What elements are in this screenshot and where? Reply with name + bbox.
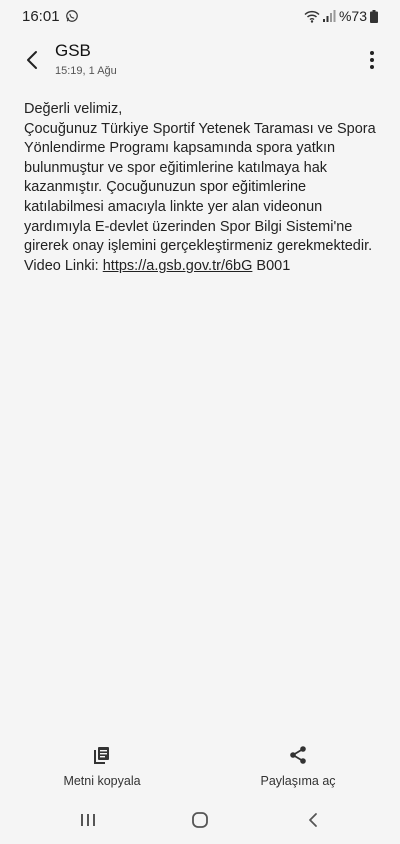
battery-icon	[370, 9, 378, 23]
wifi-icon	[304, 10, 320, 23]
more-options-button[interactable]	[360, 44, 384, 76]
status-icons: %73	[304, 8, 378, 24]
back-button[interactable]	[16, 44, 48, 76]
home-icon	[192, 812, 208, 828]
status-bar: 16:01 %73	[0, 0, 400, 32]
message-date: 15:19, 1 Ağu	[55, 65, 117, 77]
recents-icon	[81, 814, 95, 826]
home-button[interactable]	[185, 808, 215, 832]
share-icon	[290, 746, 306, 764]
video-link-prefix: Video Linki:	[24, 257, 103, 274]
copy-text-button[interactable]: Metni kopyala	[22, 745, 182, 788]
video-link-suffix: B001	[252, 257, 291, 274]
more-vertical-icon	[370, 51, 374, 69]
message-header: GSB 15:19, 1 Ağu	[0, 32, 400, 92]
whatsapp-icon	[66, 10, 78, 22]
message-body: Değerli velimiz, Çocuğunuz Türkiye Sport…	[24, 101, 376, 255]
recents-button[interactable]	[73, 808, 103, 832]
back-arrow-icon	[27, 51, 37, 69]
nav-back-button[interactable]	[298, 808, 328, 832]
video-link-line: Video Linki: https://a.gsb.gov.tr/6bG B0…	[24, 257, 380, 277]
signal-icon	[322, 10, 336, 22]
back-icon	[309, 813, 317, 827]
share-button[interactable]: Paylaşıma aç	[218, 745, 378, 788]
share-label: Paylaşıma aç	[260, 774, 336, 788]
bottom-actions: Metni kopyala Paylaşıma aç	[0, 745, 400, 795]
copy-text-label: Metni kopyala	[63, 774, 141, 788]
navigation-bar	[0, 796, 400, 844]
video-link[interactable]: https://a.gsb.gov.tr/6bG	[103, 258, 253, 274]
copy-icon	[94, 747, 109, 764]
message-content: Değerli velimiz, Çocuğunuz Türkiye Sport…	[24, 100, 380, 276]
battery-text: %73	[338, 8, 367, 24]
sender-name: GSB	[55, 41, 91, 60]
status-time: 16:01	[22, 8, 60, 25]
